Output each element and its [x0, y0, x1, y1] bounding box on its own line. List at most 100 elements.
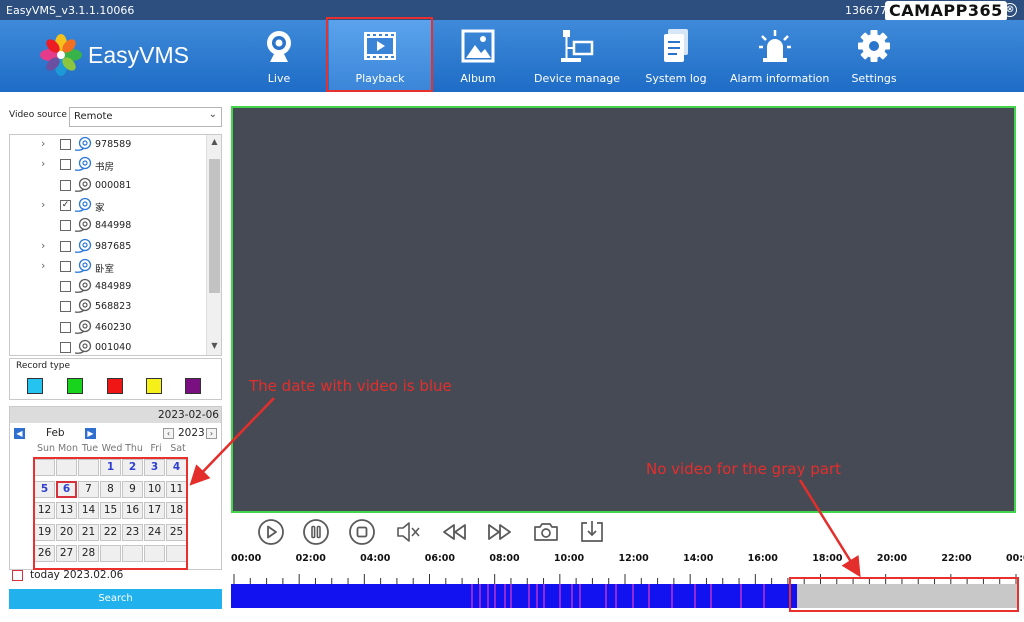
video-source-value: Remote	[74, 111, 113, 122]
video-source-select[interactable]: Remote ⌄	[69, 107, 222, 127]
device-tree-row[interactable]: 484989	[10, 277, 206, 297]
rewind-icon[interactable]	[440, 518, 468, 546]
motion-event-segment[interactable]	[470, 584, 473, 608]
scroll-down-icon[interactable]: ▼	[209, 341, 220, 353]
device-checkbox[interactable]	[60, 139, 71, 150]
record-type-swatch[interactable]	[146, 378, 162, 394]
motion-event-segment[interactable]	[693, 584, 696, 608]
device-checkbox[interactable]	[60, 179, 71, 191]
device-tree-row[interactable]: 460230	[10, 318, 206, 338]
device-tree-row[interactable]: › 卧室	[10, 257, 206, 277]
gray-part-highlight-box	[789, 577, 1019, 612]
prev-month-icon[interactable]: ◀	[14, 428, 25, 439]
chevron-right-icon[interactable]: ›	[41, 259, 45, 272]
calendar-selected-date: 2023-02-06	[10, 407, 221, 423]
motion-event-segment[interactable]	[670, 584, 673, 608]
chevron-right-icon[interactable]: ›	[41, 137, 45, 150]
scroll-up-icon[interactable]: ▲	[209, 137, 220, 149]
record-type-panel: Record type	[9, 358, 222, 400]
motion-event-segment[interactable]	[615, 584, 618, 608]
motion-event-segment[interactable]	[559, 584, 562, 608]
nav-album[interactable]: Album	[446, 20, 510, 92]
device-tree-row[interactable]: › ✓ 家	[10, 196, 206, 216]
motion-event-segment[interactable]	[528, 584, 531, 608]
device-checkbox[interactable]	[60, 342, 71, 353]
device-tree-row[interactable]: › 978589	[10, 135, 206, 155]
device-tree-row[interactable]: 568823	[10, 297, 206, 317]
device-tree-row[interactable]: › 书房	[10, 155, 206, 175]
device-checkbox[interactable]	[60, 301, 71, 313]
motion-event-segment[interactable]	[647, 584, 650, 608]
motion-event-segment[interactable]	[570, 584, 573, 608]
nav-live[interactable]: Live	[247, 20, 311, 92]
prev-year-icon[interactable]: ‹	[163, 428, 174, 439]
stop-icon[interactable]	[348, 518, 376, 546]
motion-event-segment[interactable]	[478, 584, 481, 608]
motion-event-segment[interactable]	[710, 584, 713, 608]
video-source-label: Video source	[9, 110, 67, 120]
next-month-icon[interactable]: ▶	[85, 428, 96, 439]
nav-label: Alarm information	[730, 72, 830, 85]
chevron-right-icon[interactable]: ›	[41, 198, 45, 211]
device-checkbox[interactable]: ✓	[60, 199, 71, 211]
device-checkbox[interactable]	[60, 220, 71, 232]
record-type-swatch[interactable]	[27, 378, 43, 394]
motion-event-segment[interactable]	[762, 584, 765, 608]
record-type-swatch[interactable]	[67, 378, 83, 394]
annotation-blue-dates: The date with video is blue	[249, 377, 452, 395]
nav-alarm-information[interactable]: Alarm information	[730, 20, 830, 92]
pause-icon[interactable]	[302, 518, 330, 546]
motion-event-segment[interactable]	[503, 584, 506, 608]
camera-device-icon	[74, 278, 92, 293]
mute-icon[interactable]	[394, 518, 422, 546]
camera-device-icon	[74, 258, 92, 273]
chevron-right-icon[interactable]: ›	[41, 239, 45, 252]
search-button[interactable]: Search	[9, 589, 222, 609]
motion-event-segment[interactable]	[631, 584, 634, 608]
motion-event-segment[interactable]	[493, 584, 496, 608]
device-checkbox[interactable]	[60, 321, 71, 333]
motion-event-segment[interactable]	[579, 584, 582, 608]
video-playback-area[interactable]	[231, 106, 1016, 513]
device-checkbox[interactable]	[60, 281, 71, 293]
device-checkbox[interactable]	[60, 240, 71, 252]
gear-icon	[858, 30, 890, 62]
fast-forward-icon[interactable]	[486, 518, 514, 546]
motion-event-segment[interactable]	[510, 584, 513, 608]
device-tree-row[interactable]: › 987685	[10, 237, 206, 257]
nav-label: Settings	[851, 72, 897, 85]
motion-event-segment[interactable]	[605, 584, 608, 608]
main-navbar: EasyVMS Live Playback Album Device manag…	[0, 20, 1024, 92]
device-tree-row[interactable]: 001040	[10, 338, 206, 355]
nav-settings[interactable]: Settings	[842, 20, 906, 92]
scroll-thumb[interactable]	[209, 159, 220, 293]
nav-system-log[interactable]: System log	[644, 20, 708, 92]
today-checkbox[interactable]	[12, 570, 23, 581]
image-icon	[461, 29, 495, 63]
device-tree-row[interactable]: 844998	[10, 216, 206, 236]
tree-scrollbar[interactable]: ▲ ▼	[206, 135, 221, 355]
motion-event-segment[interactable]	[542, 584, 545, 608]
document-icon	[664, 29, 688, 62]
camera-device-icon	[74, 319, 92, 334]
device-checkbox[interactable]	[60, 260, 71, 272]
record-type-swatch[interactable]	[185, 378, 201, 394]
chevron-right-icon[interactable]: ›	[41, 157, 45, 170]
play-icon[interactable]	[257, 518, 285, 546]
nav-device-manage[interactable]: Device manage	[532, 20, 622, 92]
motion-event-segment[interactable]	[487, 584, 490, 608]
timeline-hour-labels: 00:00 02:00 04:00 06:00 08:00 10:00 12:00 14:00…	[231, 553, 1024, 565]
device-tree-row[interactable]: 000081	[10, 176, 206, 196]
clip-download-icon[interactable]	[578, 518, 606, 546]
record-type-swatch[interactable]	[107, 378, 123, 394]
timeline-hour-label: 00:00	[231, 553, 262, 564]
device-checkbox[interactable]	[60, 159, 71, 171]
motion-event-segment[interactable]	[536, 584, 539, 608]
next-year-icon[interactable]: ›	[206, 428, 217, 439]
timeline-hour-label: 22:00	[941, 553, 972, 564]
timeline-hour-label: 02:00	[295, 553, 326, 564]
close-button[interactable]: ⊗	[1003, 3, 1017, 17]
snapshot-icon[interactable]	[532, 518, 560, 546]
motion-event-segment[interactable]	[739, 584, 742, 608]
app-logo: EasyVMS	[40, 34, 200, 78]
